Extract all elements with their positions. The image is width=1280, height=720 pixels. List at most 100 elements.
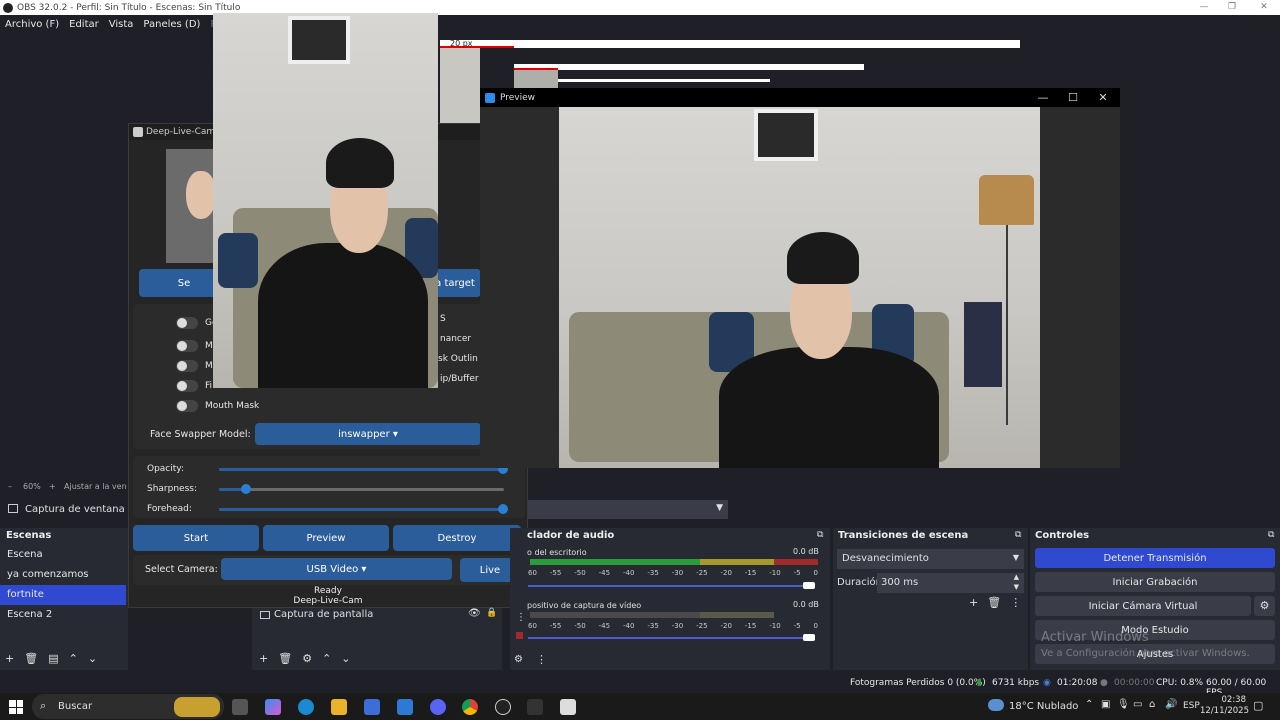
trash-icon[interactable]: 🗑	[278, 652, 292, 665]
toggle-map-faces[interactable]	[176, 360, 198, 372]
up-icon[interactable]: ⌃	[69, 652, 78, 665]
lock-icon[interactable]: 🔒	[486, 608, 497, 618]
preview-maximize-icon[interactable]: ☐	[1058, 88, 1088, 107]
clock[interactable]: 02:38 12/11/2025	[1200, 695, 1249, 717]
chevron-down-icon: ▼	[1012, 553, 1019, 562]
copilot-icon[interactable]	[265, 699, 281, 715]
preview-window-title: Preview	[500, 92, 536, 103]
preview-close-icon[interactable]: ✕	[1088, 88, 1118, 107]
close-icon[interactable]: ✕	[1250, 0, 1278, 15]
zoom-in-icon[interactable]: +	[49, 482, 56, 491]
destroy-button[interactable]: Destroy	[393, 525, 521, 551]
dock-float-icon[interactable]: ⧉	[1268, 530, 1274, 540]
up-icon[interactable]: ⌃	[322, 652, 331, 665]
db-tick: -50	[574, 569, 586, 577]
restore-icon[interactable]: ❐	[1218, 0, 1246, 15]
select-camera-label: Select Camera:	[145, 564, 218, 575]
forehead-slider[interactable]	[498, 504, 508, 514]
sharpness-slider[interactable]	[241, 484, 251, 494]
db-scale: 60 -55 -50 -45 -40 -35 -30 -25 -20 -15 -10 -5 0	[528, 569, 818, 577]
dock-float-icon[interactable]: ⧉	[817, 530, 823, 540]
start-recording-button[interactable]: Iniciar Grabación	[1035, 572, 1275, 592]
volume-icon[interactable]: 🔊	[1165, 699, 1177, 710]
zoom-out-icon[interactable]: –	[8, 482, 12, 491]
mixer-channel-name: positivo de captura de vídeo	[527, 601, 642, 610]
menu-icon[interactable]: ⋮	[1010, 596, 1021, 609]
add-icon[interactable]: +	[5, 652, 14, 665]
network-icon[interactable]: ⌂	[1149, 699, 1155, 710]
taskbar-search[interactable]: ⌕ Buscar	[32, 694, 224, 719]
tray-chevron-icon[interactable]: ⌃	[1085, 699, 1093, 710]
mixer-menu-icon[interactable]: ⋮	[536, 653, 547, 666]
task-view-icon[interactable]	[232, 699, 248, 715]
gear-icon[interactable]: ⚙	[1254, 596, 1275, 616]
wall-frame	[288, 16, 350, 64]
file-explorer-icon[interactable]	[331, 699, 347, 715]
dock-float-icon[interactable]: ⧉	[1015, 530, 1021, 540]
toggle-mouth-mask[interactable]	[176, 400, 198, 412]
spin-up-icon[interactable]: ▲	[1014, 573, 1019, 581]
db-tick: 60	[528, 622, 537, 630]
windows-start-icon[interactable]	[9, 700, 23, 714]
eye-icon[interactable]: 👁	[468, 608, 481, 619]
source-item[interactable]: Captura de pantalla	[274, 609, 373, 620]
terminal-icon[interactable]	[527, 699, 543, 715]
spin-down-icon[interactable]: ▼	[1014, 583, 1019, 591]
volume-slider[interactable]	[803, 634, 815, 641]
scene-item[interactable]: Escena 2	[0, 605, 126, 625]
db-tick: -25	[696, 569, 708, 577]
zoom-level: 60%	[23, 482, 41, 491]
face-swapper-model-dropdown[interactable]: inswapper ▾	[255, 423, 481, 445]
menu-editar[interactable]: Editar	[64, 19, 104, 30]
toggle-many-faces[interactable]	[176, 340, 198, 352]
tray-app-icon[interactable]: ▣	[1101, 699, 1110, 710]
obs-taskbar-icon[interactable]	[495, 699, 511, 715]
mute-icon[interactable]	[516, 632, 523, 639]
scene-item[interactable]: ya comenzamos	[0, 565, 126, 585]
trash-icon[interactable]: 🗑	[24, 652, 38, 665]
transition-dropdown[interactable]: Desvanecimiento ▼	[837, 549, 1024, 569]
edge-icon[interactable]	[298, 699, 314, 715]
scene-item[interactable]: Escena	[0, 545, 126, 565]
duration-input[interactable]: 300 ms ▲ ▼	[877, 573, 1024, 593]
menu-vista[interactable]: Vista	[104, 19, 139, 30]
properties-dropdown[interactable]: ▼	[528, 500, 728, 519]
language-indicator[interactable]: ESP	[1183, 701, 1200, 711]
weather-text[interactable]: 18°C Nublado	[1009, 701, 1078, 712]
display-icon[interactable]: ▭	[1133, 699, 1142, 710]
deep-live-cam-taskbar-icon[interactable]	[560, 699, 576, 715]
stop-streaming-button[interactable]: Detener Transmisión	[1035, 548, 1275, 568]
volume-slider[interactable]	[803, 582, 815, 589]
discord-icon[interactable]	[430, 699, 446, 715]
add-icon[interactable]: +	[259, 652, 268, 665]
preview-button[interactable]: Preview	[263, 525, 389, 551]
channel-menu-icon[interactable]: ⋮	[516, 612, 526, 623]
toggle-right-label-3: sk Outlin	[438, 354, 478, 364]
trash-icon[interactable]: 🗑	[987, 596, 1001, 609]
menu-archivo[interactable]: Archivo (F)	[0, 19, 64, 30]
microphone-icon[interactable]: 🎙	[1117, 699, 1130, 710]
sources-toolbar: + 🗑 ⚙ ⌃ ⌄	[259, 652, 351, 665]
down-icon[interactable]: ⌄	[341, 652, 350, 665]
filter-icon[interactable]: ▤	[48, 652, 58, 665]
toggle-fix-blueish[interactable]	[176, 380, 198, 392]
mail-icon[interactable]	[397, 699, 413, 715]
start-virtual-camera-button[interactable]: Iniciar Cámara Virtual	[1035, 596, 1251, 616]
add-icon[interactable]: +	[969, 596, 978, 609]
gear-icon[interactable]: ⚙	[302, 652, 312, 665]
notification-icon[interactable]: ▢	[1253, 699, 1263, 712]
status-app-name: Deep-Live-Cam	[293, 596, 363, 606]
fit-to-window[interactable]: Ajustar a la ventana	[64, 482, 126, 491]
cpu-usage: CPU: 0.8%	[1156, 678, 1204, 688]
down-icon[interactable]: ⌄	[88, 652, 97, 665]
toggle-keep-fps[interactable]	[176, 317, 198, 329]
minimize-icon[interactable]: —	[1190, 0, 1218, 15]
camera-dropdown[interactable]: USB Video ▾	[221, 558, 452, 580]
preview-minimize-icon[interactable]: —	[1028, 88, 1058, 107]
chrome-icon[interactable]	[462, 699, 478, 715]
mixer-settings-icon[interactable]: ⚙	[514, 654, 523, 665]
menu-paneles[interactable]: Paneles (D)	[138, 19, 205, 30]
start-button[interactable]: Start	[133, 525, 259, 551]
scene-item-selected[interactable]: fortnite	[0, 585, 126, 605]
store-icon[interactable]	[364, 699, 380, 715]
